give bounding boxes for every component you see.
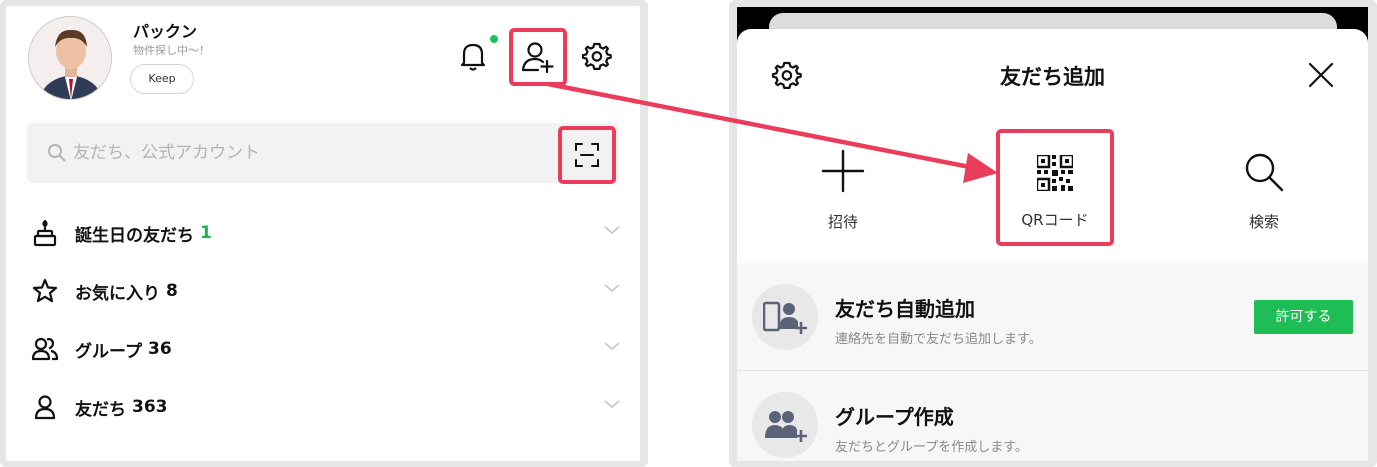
allow-button[interactable]: 許可する [1254,300,1353,334]
person-icon [27,389,63,425]
search-bar[interactable] [27,123,619,183]
list-item-birthdays[interactable]: 誕生日の友だち 1 [27,204,627,262]
friends-panel: パックン 物件探し中〜！ Keep 友だち、公式アカウント 誕生日の友だち 1 … [0,0,648,467]
qr-scan-button[interactable] [558,126,616,184]
search-icon [48,144,66,162]
bell-icon[interactable] [455,36,491,76]
list-item-count: 363 [132,397,168,417]
list-item-count: 8 [166,281,178,301]
status-message: 物件探し中〜！ [133,44,210,57]
list-item-favorites[interactable]: お気に入り 8 [27,262,627,320]
list-item-label: 誕生日の友だち [75,225,194,246]
profile-name: パックン [133,22,198,41]
list-item-count: 1 [200,223,212,243]
row-subtitle: 友だちとグループを作成します。 [835,440,1028,455]
qr-code-icon [1037,155,1073,191]
notification-dot [490,35,498,43]
add-friend-options-list: 友だち自動追加 連絡先を自動で友だち追加します。 許可する グループ作成 友だち… [737,263,1368,461]
gear-icon[interactable] [579,38,615,74]
invite-label: 招待 [827,213,858,231]
row-title: グループ作成 [835,405,954,429]
group-create-icon [752,392,818,458]
list-item-groups[interactable]: グループ 36 [27,320,627,378]
plus-icon [821,149,865,193]
add-friend-button[interactable] [509,28,567,86]
add-friend-icon [521,42,554,73]
friends-screen: パックン 物件探し中〜！ Keep 友だち、公式アカウント 誕生日の友だち 1 … [6,6,640,461]
star-icon [27,273,63,309]
chevron-down-icon[interactable] [603,224,621,236]
chevron-down-icon[interactable] [603,340,621,352]
friend-category-list: 誕生日の友だち 1 お気に入り 8 グループ 36 友だち 363 [27,204,627,436]
search-button[interactable]: 検索 [1204,129,1324,247]
group-icon [27,331,63,367]
qr-code-label: QRコード [1021,211,1089,229]
search-label: 検索 [1248,213,1279,231]
row-subtitle: 連絡先を自動で友だち追加します。 [835,332,1042,347]
scan-icon [575,143,599,167]
row-title: 友だち自動追加 [835,297,975,321]
list-item-label: グループ [75,341,142,362]
list-item-auto-add[interactable]: 友だち自動追加 連絡先を自動で友だち追加します。 許可する [737,263,1368,371]
chevron-down-icon[interactable] [603,282,621,294]
list-item-label: 友だち [75,399,126,420]
add-friends-screen: 友だち追加 招待 QRコード 検索 友だち自動追加 連絡先を自動で友だち追加しま… [737,7,1368,461]
list-item-label: お気に入り [75,283,160,304]
chevron-down-icon[interactable] [603,398,621,410]
search-input[interactable] [73,123,543,183]
page-title: 友だち追加 [1000,65,1105,89]
list-item-count: 36 [147,339,172,359]
invite-button[interactable]: 招待 [783,129,903,247]
cake-icon [27,215,63,251]
list-item-create-group[interactable]: グループ作成 友だちとグループを作成します。 [737,371,1368,461]
avatar[interactable] [28,16,112,100]
keep-button[interactable]: Keep [130,64,194,94]
close-icon[interactable] [1301,55,1341,95]
phone-add-friend-icon [752,284,818,350]
search-icon [1245,153,1284,192]
list-item-friends[interactable]: 友だち 363 [27,378,627,436]
add-friends-sheet: 友だち追加 招待 QRコード 検索 友だち自動追加 連絡先を自動で友だち追加しま… [737,29,1368,461]
qr-code-button[interactable]: QRコード [996,129,1114,246]
